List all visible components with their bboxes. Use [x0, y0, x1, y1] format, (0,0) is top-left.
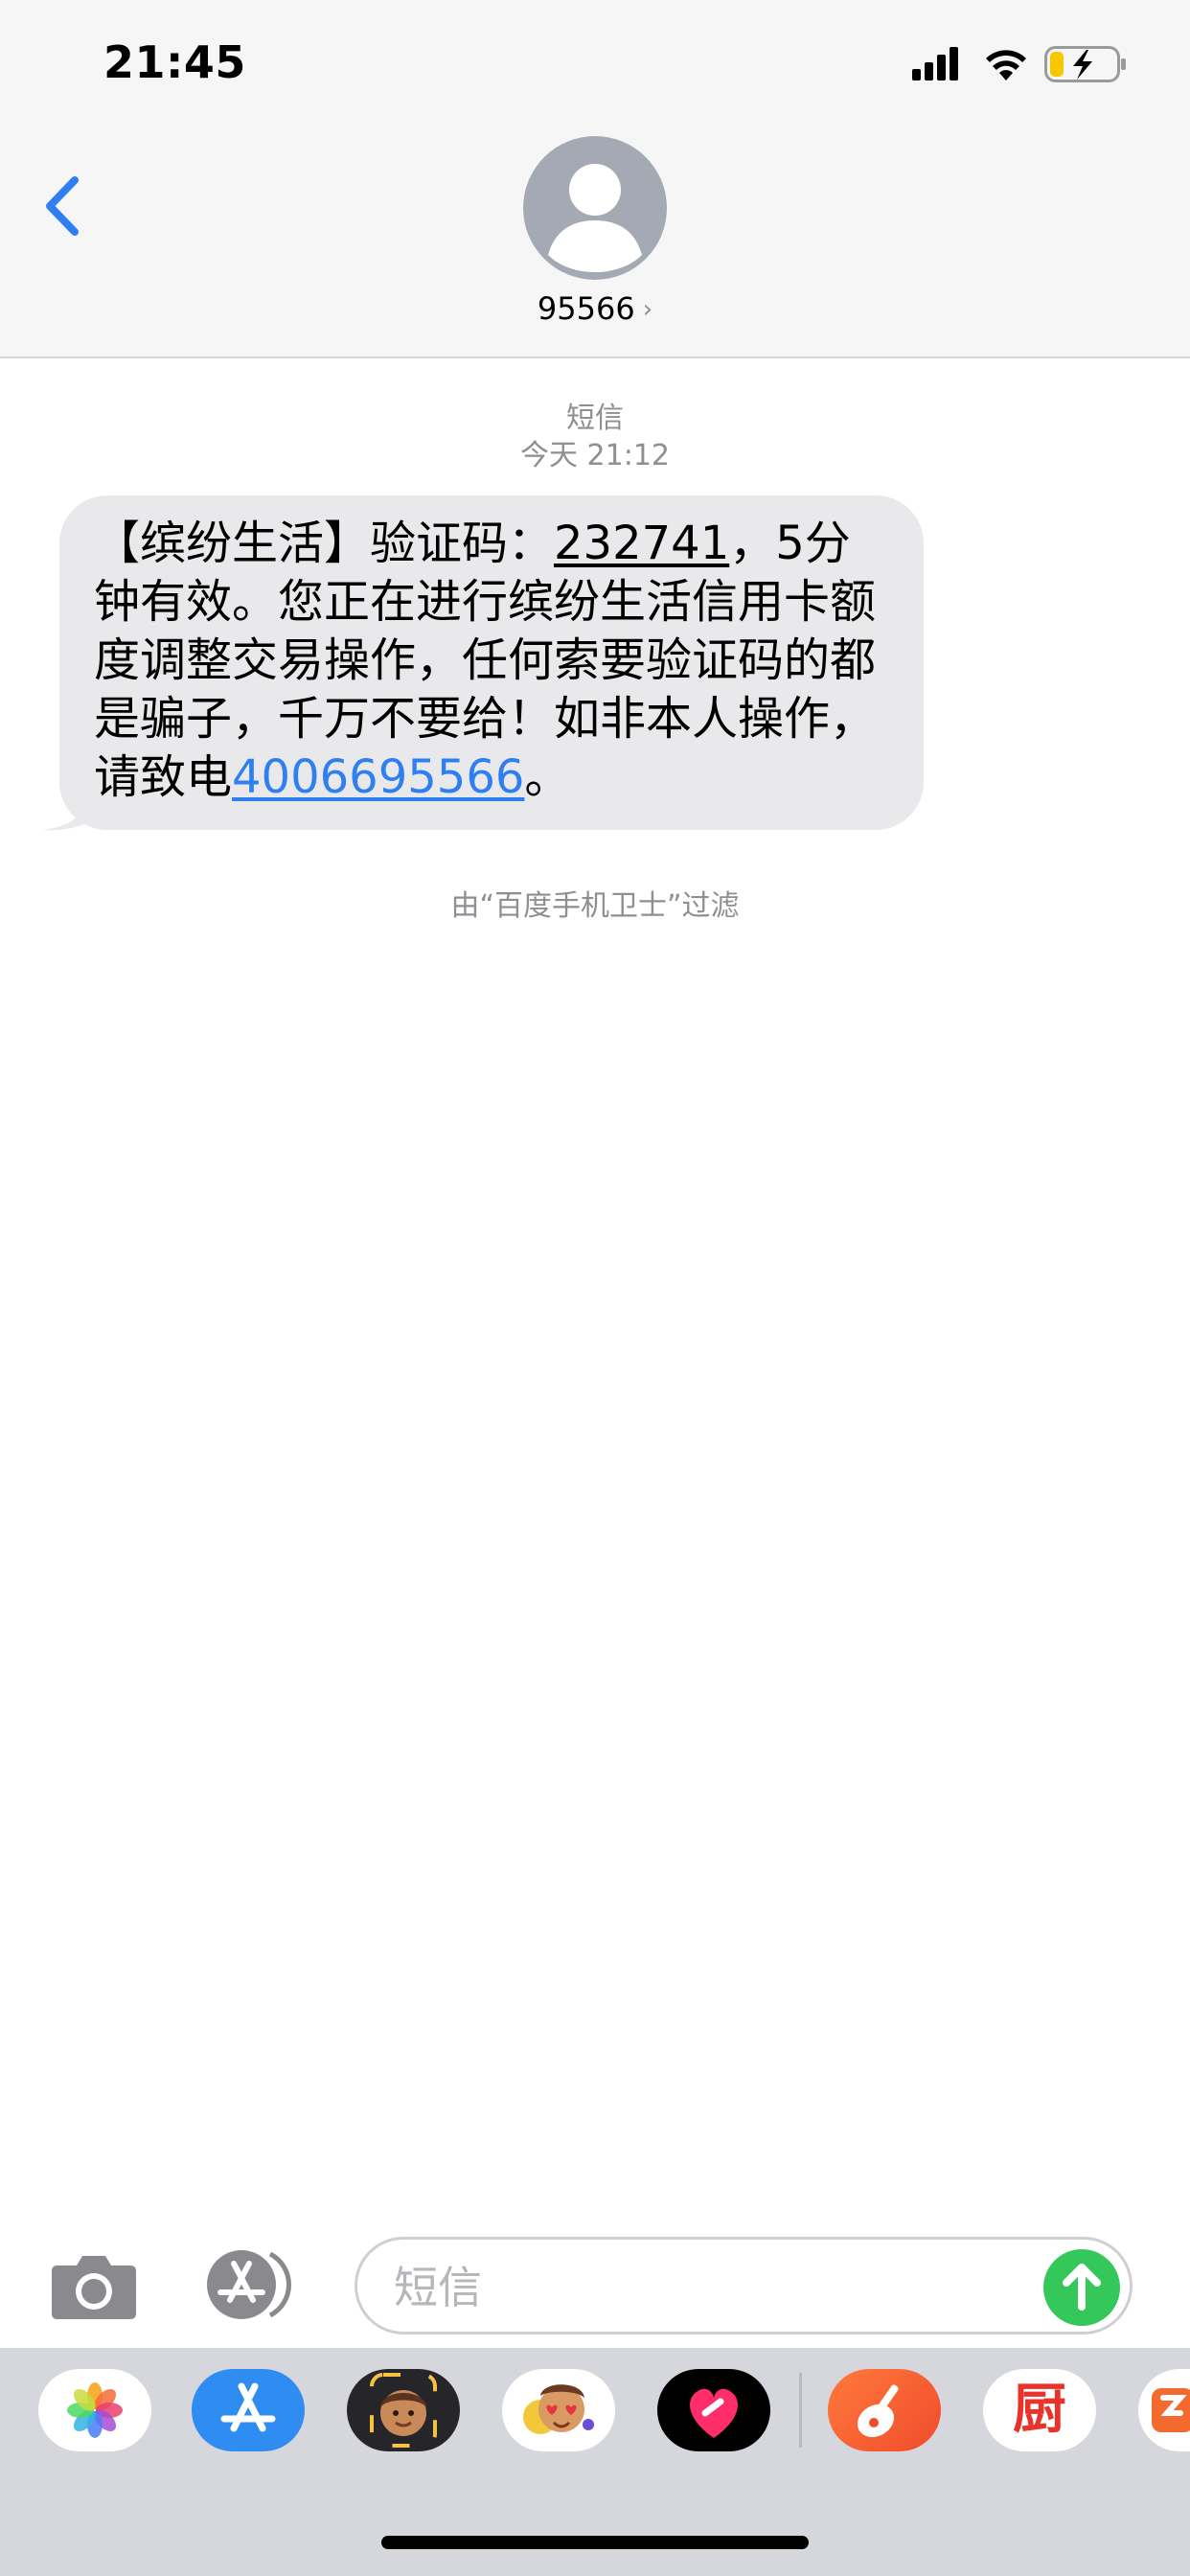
- message-timestamp: 今天 21:12: [520, 439, 670, 472]
- filter-note: 由“百度手机卫士”过滤: [450, 889, 740, 923]
- app-store-icon[interactable]: [199, 2246, 305, 2323]
- drawer-divider: [799, 2373, 802, 2448]
- contact-name: 95566: [537, 290, 635, 327]
- contact-avatar[interactable]: [523, 136, 667, 280]
- home-indicator[interactable]: [381, 2536, 809, 2549]
- battery-charging-icon: [1044, 46, 1126, 82]
- digital-touch-app-icon[interactable]: [657, 2369, 770, 2451]
- kitchen-app-glyph: 厨: [1013, 2379, 1066, 2441]
- arrow-up-icon: [1063, 2264, 1101, 2311]
- message-text: 。: [524, 750, 571, 804]
- service-label: 短信: [566, 402, 624, 435]
- kitchen-app-icon[interactable]: 厨: [983, 2369, 1096, 2451]
- message-input-field[interactable]: [355, 2237, 1133, 2334]
- app-store-app-icon[interactable]: [192, 2369, 305, 2451]
- contact-name-button[interactable]: 95566 ›: [0, 290, 1190, 327]
- verification-code[interactable]: 232741: [554, 517, 729, 570]
- phone-link[interactable]: 4006695566: [232, 750, 524, 804]
- animoji-stickers-app-icon[interactable]: [502, 2369, 615, 2451]
- person-icon: [548, 164, 642, 272]
- wifi-icon: [986, 50, 1026, 80]
- photos-app-icon[interactable]: [38, 2369, 151, 2451]
- message-input[interactable]: [392, 2257, 1047, 2318]
- memoji-app-icon[interactable]: [347, 2369, 460, 2451]
- garageband-app-icon[interactable]: [828, 2369, 941, 2451]
- chevron-left-icon[interactable]: [36, 163, 94, 249]
- status-time: 21:45: [103, 36, 246, 88]
- send-button[interactable]: [1043, 2249, 1120, 2326]
- message-text: 【缤纷生活】验证码：: [94, 517, 555, 570]
- conversation-header: 21:45 95566 ›: [0, 0, 1190, 358]
- message-bubble[interactable]: 【缤纷生活】验证码：232741，5分钟有效。您正在进行缤纷生活信用卡额度调整交…: [59, 495, 924, 830]
- signal-icon: [912, 47, 958, 80]
- camera-icon[interactable]: [48, 2250, 140, 2323]
- messages-screen: 21:45 95566 › 短信 今天 21:12 【缤纷生活】验证码：2327…: [0, 0, 1190, 2576]
- chevron-right-icon: ›: [642, 295, 653, 324]
- status-icons: [912, 46, 1126, 82]
